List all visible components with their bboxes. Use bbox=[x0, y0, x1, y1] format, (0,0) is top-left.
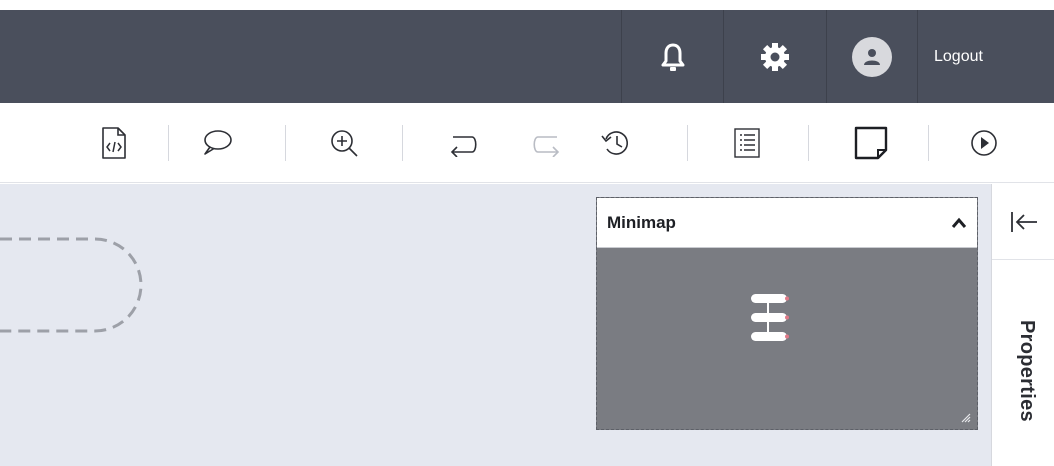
toolbar-separator bbox=[402, 125, 403, 161]
chevron-up-icon bbox=[951, 217, 967, 228]
history-button[interactable] bbox=[594, 103, 638, 183]
toolbar-separator bbox=[285, 125, 286, 161]
properties-tab[interactable]: Properties bbox=[1000, 260, 1054, 466]
redo-icon bbox=[533, 136, 560, 157]
list-icon bbox=[734, 128, 760, 158]
toolbar-separator bbox=[928, 125, 929, 161]
minimap-toggle[interactable] bbox=[951, 217, 967, 229]
minimap-nodes bbox=[751, 294, 789, 341]
comment-button[interactable] bbox=[195, 103, 239, 183]
comment-icon bbox=[204, 130, 232, 155]
avatar bbox=[852, 36, 892, 77]
collapse-panel-button[interactable] bbox=[992, 184, 1054, 260]
minimap-title: Minimap bbox=[607, 212, 676, 232]
minimap-viewport[interactable] bbox=[597, 249, 977, 429]
note-icon bbox=[854, 126, 888, 160]
settings-button[interactable] bbox=[724, 10, 826, 103]
minimap-header: Minimap bbox=[597, 198, 977, 248]
code-view-icon bbox=[102, 127, 126, 159]
logout-button[interactable]: Logout bbox=[918, 10, 1054, 103]
collapse-left-icon bbox=[1010, 211, 1037, 232]
notifications-button[interactable] bbox=[622, 10, 723, 103]
toolbar bbox=[0, 103, 1054, 183]
toolbar-separator bbox=[168, 125, 169, 161]
properties-label: Properties bbox=[1016, 320, 1038, 422]
note-button[interactable] bbox=[849, 103, 893, 183]
undo-button[interactable] bbox=[440, 103, 484, 183]
workflow-editor: Logout Minimap Properties bbox=[0, 0, 1054, 466]
code-view-button[interactable] bbox=[92, 103, 136, 183]
top-strip bbox=[0, 0, 1054, 10]
resize-grip-icon[interactable] bbox=[959, 411, 971, 423]
undo-icon bbox=[450, 136, 477, 157]
zoom-in-button[interactable] bbox=[322, 103, 366, 183]
toolbar-separator bbox=[687, 125, 688, 161]
list-button[interactable] bbox=[725, 103, 769, 183]
gear-icon bbox=[761, 42, 789, 71]
logout-label: Logout bbox=[934, 47, 983, 65]
bell-icon bbox=[661, 43, 684, 71]
redo-button[interactable] bbox=[526, 103, 570, 183]
zoom-in-icon bbox=[331, 130, 358, 157]
history-icon bbox=[601, 131, 628, 155]
properties-panel: Properties bbox=[991, 184, 1054, 466]
toolbar-separator bbox=[808, 125, 809, 161]
user-avatar-icon bbox=[864, 48, 880, 65]
play-icon bbox=[971, 130, 997, 156]
play-button[interactable] bbox=[962, 103, 1006, 183]
user-avatar-button[interactable] bbox=[827, 10, 917, 103]
flow-node[interactable] bbox=[0, 237, 150, 333]
minimap-panel: Minimap bbox=[596, 197, 978, 430]
